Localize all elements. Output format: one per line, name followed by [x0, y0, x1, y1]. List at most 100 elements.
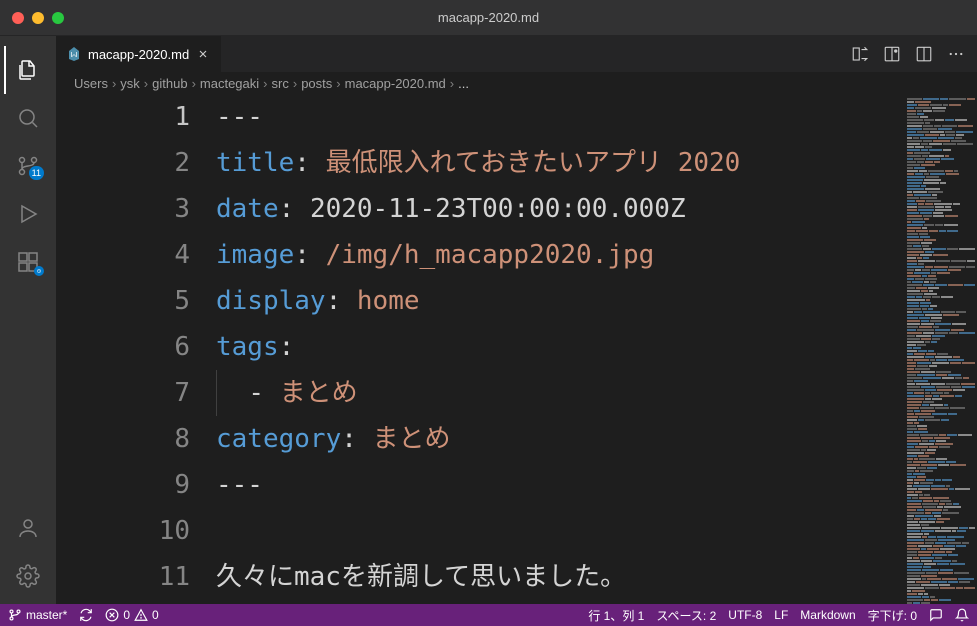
activity-account[interactable] — [4, 504, 52, 552]
code-line[interactable]: --- — [216, 462, 905, 508]
window-close-button[interactable] — [12, 12, 24, 24]
split-icon — [915, 45, 933, 63]
code-content[interactable]: ---title: 最低限入れておきたいアプリ 2020date: 2020-1… — [216, 94, 905, 604]
search-icon — [16, 106, 40, 130]
status-cursor[interactable]: 行 1、列 1 — [588, 607, 644, 624]
activity-settings[interactable] — [4, 552, 52, 600]
line-number: 3 — [56, 186, 190, 232]
editor-area: macapp-2020.md User — [56, 36, 977, 604]
preview-icon — [883, 45, 901, 63]
warning-icon — [134, 608, 148, 622]
sync-icon — [79, 608, 93, 622]
error-icon — [105, 608, 119, 622]
chevron-right-icon: › — [293, 76, 297, 91]
line-number: 8 — [56, 416, 190, 462]
code-line[interactable]: tags: — [216, 324, 905, 370]
main-area: 11 macapp-2020.md — [0, 36, 977, 604]
branch-icon — [8, 608, 22, 622]
line-number: 2 — [56, 140, 190, 186]
close-icon — [197, 48, 209, 60]
chevron-right-icon: › — [450, 76, 454, 91]
tab-filename: macapp-2020.md — [88, 47, 189, 62]
chevron-right-icon: › — [144, 76, 148, 91]
window-minimize-button[interactable] — [32, 12, 44, 24]
window-maximize-button[interactable] — [52, 12, 64, 24]
tab-active[interactable]: macapp-2020.md — [56, 36, 222, 72]
status-eol[interactable]: LF — [774, 608, 788, 622]
status-language[interactable]: Markdown — [800, 608, 855, 622]
activity-search[interactable] — [4, 94, 52, 142]
line-number: 5 — [56, 278, 190, 324]
status-spaces[interactable]: スペース: 2 — [656, 607, 716, 624]
more-actions-button[interactable] — [947, 45, 965, 63]
traffic-lights — [12, 12, 64, 24]
markdown-file-icon — [66, 46, 82, 62]
compare-button[interactable] — [851, 45, 869, 63]
breadcrumb-item[interactable]: macapp-2020.md — [345, 76, 446, 91]
breadcrumb-item[interactable]: src — [272, 76, 289, 91]
files-icon — [16, 58, 40, 82]
line-number: 6 — [56, 324, 190, 370]
open-preview-button[interactable] — [883, 45, 901, 63]
line-number: 1 — [56, 94, 190, 140]
line-number: 9 — [56, 462, 190, 508]
line-number: 7 — [56, 370, 190, 416]
activity-bottom — [4, 504, 52, 600]
chevron-right-icon: › — [263, 76, 267, 91]
breadcrumb-item[interactable]: mactegaki — [200, 76, 259, 91]
line-number: 4 — [56, 232, 190, 278]
code-area[interactable]: 1234567891011 ---title: 最低限入れておきたいアプリ 20… — [56, 94, 977, 604]
code-line[interactable] — [216, 508, 905, 554]
code-line[interactable]: title: 最低限入れておきたいアプリ 2020 — [216, 140, 905, 186]
activity-run[interactable] — [4, 190, 52, 238]
chevron-right-icon: › — [112, 76, 116, 91]
titlebar: macapp-2020.md — [0, 0, 977, 36]
breadcrumbs[interactable]: Users › ysk › github › mactegaki › src ›… — [56, 72, 977, 94]
activity-explorer[interactable] — [4, 46, 52, 94]
split-editor-button[interactable] — [915, 45, 933, 63]
activity-source-control[interactable]: 11 — [4, 142, 52, 190]
activity-extensions[interactable] — [4, 238, 52, 286]
status-indent[interactable]: 字下げ: 0 — [868, 607, 917, 624]
window-title: macapp-2020.md — [438, 10, 539, 25]
account-icon — [16, 516, 40, 540]
chevron-right-icon: › — [336, 76, 340, 91]
statusbar: master* 0 0 行 1、列 1 スペース: 2 UTF-8 LF Mar… — [0, 604, 977, 626]
tab-close-button[interactable] — [195, 46, 211, 62]
feedback-icon — [929, 608, 943, 622]
breadcrumb-item[interactable]: ... — [458, 76, 469, 91]
branch-name: master* — [26, 608, 67, 622]
code-line[interactable]: image: /img/h_macapp2020.jpg — [216, 232, 905, 278]
error-count: 0 — [123, 608, 130, 622]
code-line[interactable]: --- — [216, 94, 905, 140]
breadcrumb-item[interactable]: posts — [301, 76, 332, 91]
activity-bar: 11 — [0, 36, 56, 604]
compare-icon — [851, 45, 869, 63]
warning-count: 0 — [152, 608, 159, 622]
code-line[interactable]: date: 2020-11-23T00:00:00.000Z — [216, 186, 905, 232]
status-feedback[interactable] — [929, 608, 943, 622]
status-encoding[interactable]: UTF-8 — [728, 608, 762, 622]
breadcrumb-item[interactable]: Users — [74, 76, 108, 91]
code-line[interactable]: - まとめ — [216, 370, 905, 416]
extensions-badge — [34, 266, 44, 276]
status-branch[interactable]: master* — [8, 608, 67, 622]
status-bell[interactable] — [955, 608, 969, 622]
chevron-right-icon: › — [192, 76, 196, 91]
minimap[interactable] — [905, 94, 977, 604]
tabs-bar: macapp-2020.md — [56, 36, 977, 72]
breadcrumb-item[interactable]: github — [152, 76, 187, 91]
tabs-actions — [851, 45, 977, 63]
gear-icon — [16, 564, 40, 588]
source-control-badge: 11 — [29, 166, 44, 180]
statusbar-right: 行 1、列 1 スペース: 2 UTF-8 LF Markdown 字下げ: 0 — [588, 607, 969, 624]
status-problems[interactable]: 0 0 — [105, 608, 158, 622]
statusbar-left: master* 0 0 — [8, 608, 159, 622]
bell-icon — [955, 608, 969, 622]
line-number: 11 — [56, 554, 190, 600]
breadcrumb-item[interactable]: ysk — [120, 76, 140, 91]
code-line[interactable]: category: まとめ — [216, 416, 905, 462]
status-sync[interactable] — [79, 608, 93, 622]
code-line[interactable]: 久々にmacを新調して思いました。 — [216, 554, 905, 600]
code-line[interactable]: display: home — [216, 278, 905, 324]
